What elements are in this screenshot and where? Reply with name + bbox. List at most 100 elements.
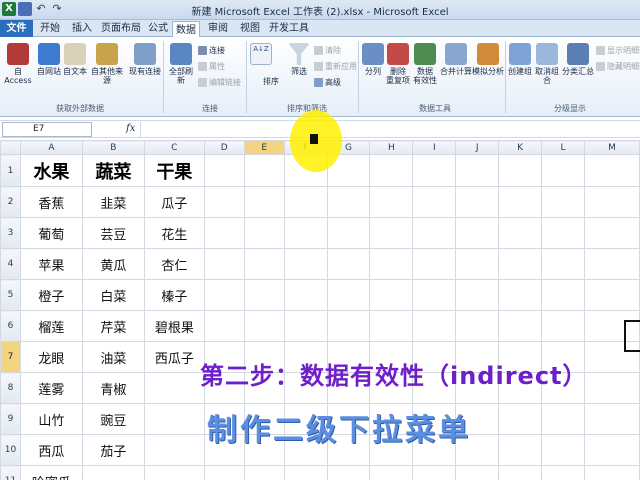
cell[interactable]	[243, 465, 285, 480]
cell[interactable]	[455, 154, 500, 187]
row-header[interactable]: 8	[0, 372, 21, 404]
cell[interactable]	[541, 465, 585, 480]
cell[interactable]	[412, 279, 457, 311]
cell[interactable]	[283, 310, 328, 342]
filter-button[interactable]: 筛选	[286, 43, 312, 76]
cell[interactable]	[203, 186, 245, 218]
row-header[interactable]: 10	[0, 434, 21, 466]
from-web-button[interactable]: 自网站	[36, 43, 62, 76]
existing-connections-button[interactable]: 现有连接	[128, 43, 162, 76]
cell[interactable]	[326, 186, 371, 218]
cell[interactable]	[326, 217, 371, 249]
remove-duplicates-button[interactable]: 删除 重复项	[386, 43, 410, 85]
cell[interactable]	[583, 434, 640, 466]
cell[interactable]: 水果	[19, 154, 83, 187]
cell[interactable]	[583, 186, 640, 218]
name-box[interactable]: E7	[2, 122, 92, 137]
row-header[interactable]: 11	[0, 465, 21, 480]
cell[interactable]: 黄瓜	[81, 248, 145, 280]
col-header-l[interactable]: L	[541, 140, 585, 155]
group-button[interactable]: 创建组	[508, 43, 532, 76]
cell[interactable]	[283, 465, 328, 480]
cell[interactable]	[203, 248, 245, 280]
cell[interactable]	[369, 279, 414, 311]
cell[interactable]	[369, 217, 414, 249]
cell[interactable]: 莲雾	[19, 372, 83, 404]
cell[interactable]: 青椒	[81, 372, 145, 404]
cell[interactable]	[412, 154, 457, 187]
tab-insert[interactable]: 插入	[68, 20, 96, 37]
cell[interactable]	[455, 248, 500, 280]
cell[interactable]	[583, 279, 640, 311]
cell[interactable]	[541, 217, 585, 249]
tab-developer[interactable]: 开发工具	[268, 20, 310, 37]
cell[interactable]	[498, 279, 543, 311]
cell[interactable]	[498, 403, 543, 435]
cell[interactable]	[498, 186, 543, 218]
properties-button[interactable]: 属性	[198, 61, 225, 72]
cell[interactable]: 苹果	[19, 248, 83, 280]
cell[interactable]	[243, 248, 285, 280]
tab-view[interactable]: 视图	[236, 20, 264, 37]
cell[interactable]	[369, 154, 414, 187]
cell[interactable]	[498, 248, 543, 280]
cell[interactable]	[412, 465, 457, 480]
cell[interactable]: 香蕉	[19, 186, 83, 218]
tab-formulas[interactable]: 公式	[144, 20, 172, 37]
cell[interactable]	[412, 310, 457, 342]
cell[interactable]	[326, 310, 371, 342]
col-header-i[interactable]: I	[412, 140, 457, 155]
cell[interactable]: 榴莲	[19, 310, 83, 342]
cell[interactable]	[455, 310, 500, 342]
cell[interactable]	[283, 279, 328, 311]
cell[interactable]: 茄子	[81, 434, 145, 466]
connections-button[interactable]: 连接	[198, 45, 225, 56]
ungroup-button[interactable]: 取消组合	[532, 43, 562, 85]
cell[interactable]	[583, 372, 640, 404]
row-header[interactable]: 1	[0, 154, 21, 187]
cell[interactable]	[455, 217, 500, 249]
row-header[interactable]: 5	[0, 279, 21, 311]
advanced-filter-button[interactable]: 高级	[314, 77, 341, 88]
clear-filter-button[interactable]: 清除	[314, 45, 341, 56]
cell[interactable]	[243, 154, 285, 187]
sort-button[interactable]: 排序	[262, 77, 280, 86]
cell[interactable]	[455, 279, 500, 311]
cell[interactable]	[541, 248, 585, 280]
cell[interactable]	[541, 154, 585, 187]
cell[interactable]	[203, 310, 245, 342]
cell[interactable]	[243, 279, 285, 311]
cell[interactable]	[326, 248, 371, 280]
cell[interactable]	[412, 186, 457, 218]
cell[interactable]	[369, 186, 414, 218]
cell[interactable]: 瓜子	[143, 186, 205, 218]
refresh-all-button[interactable]: 全部刷新	[166, 43, 196, 85]
cell[interactable]	[283, 186, 328, 218]
cell[interactable]	[143, 465, 205, 480]
cell[interactable]: 白菜	[81, 279, 145, 311]
edit-links-button[interactable]: 编辑链接	[198, 77, 241, 88]
cell[interactable]: 干果	[143, 154, 205, 187]
row-header[interactable]: 9	[0, 403, 21, 435]
cell[interactable]	[583, 403, 640, 435]
tab-file[interactable]: 文件	[0, 20, 33, 37]
reapply-button[interactable]: 重新应用	[314, 61, 357, 72]
cell[interactable]: 龙眼	[19, 341, 83, 373]
cell[interactable]: 蔬菜	[81, 154, 145, 187]
cell[interactable]	[412, 248, 457, 280]
cell[interactable]: 葡萄	[19, 217, 83, 249]
cell[interactable]: 榛子	[143, 279, 205, 311]
row-header[interactable]: 6	[0, 310, 21, 342]
insert-function-icon[interactable]: fx	[126, 123, 135, 134]
tab-home[interactable]: 开始	[36, 20, 64, 37]
cell[interactable]	[541, 186, 585, 218]
cell[interactable]	[455, 186, 500, 218]
cell[interactable]	[203, 217, 245, 249]
col-header-k[interactable]: K	[498, 140, 543, 155]
what-if-analysis-button[interactable]: 模拟分析	[472, 43, 504, 76]
from-other-sources-button[interactable]: 自其他来源	[88, 43, 126, 85]
select-all-corner[interactable]	[0, 140, 21, 155]
cell[interactable]	[541, 403, 585, 435]
cell[interactable]	[243, 310, 285, 342]
cell[interactable]	[583, 154, 640, 187]
